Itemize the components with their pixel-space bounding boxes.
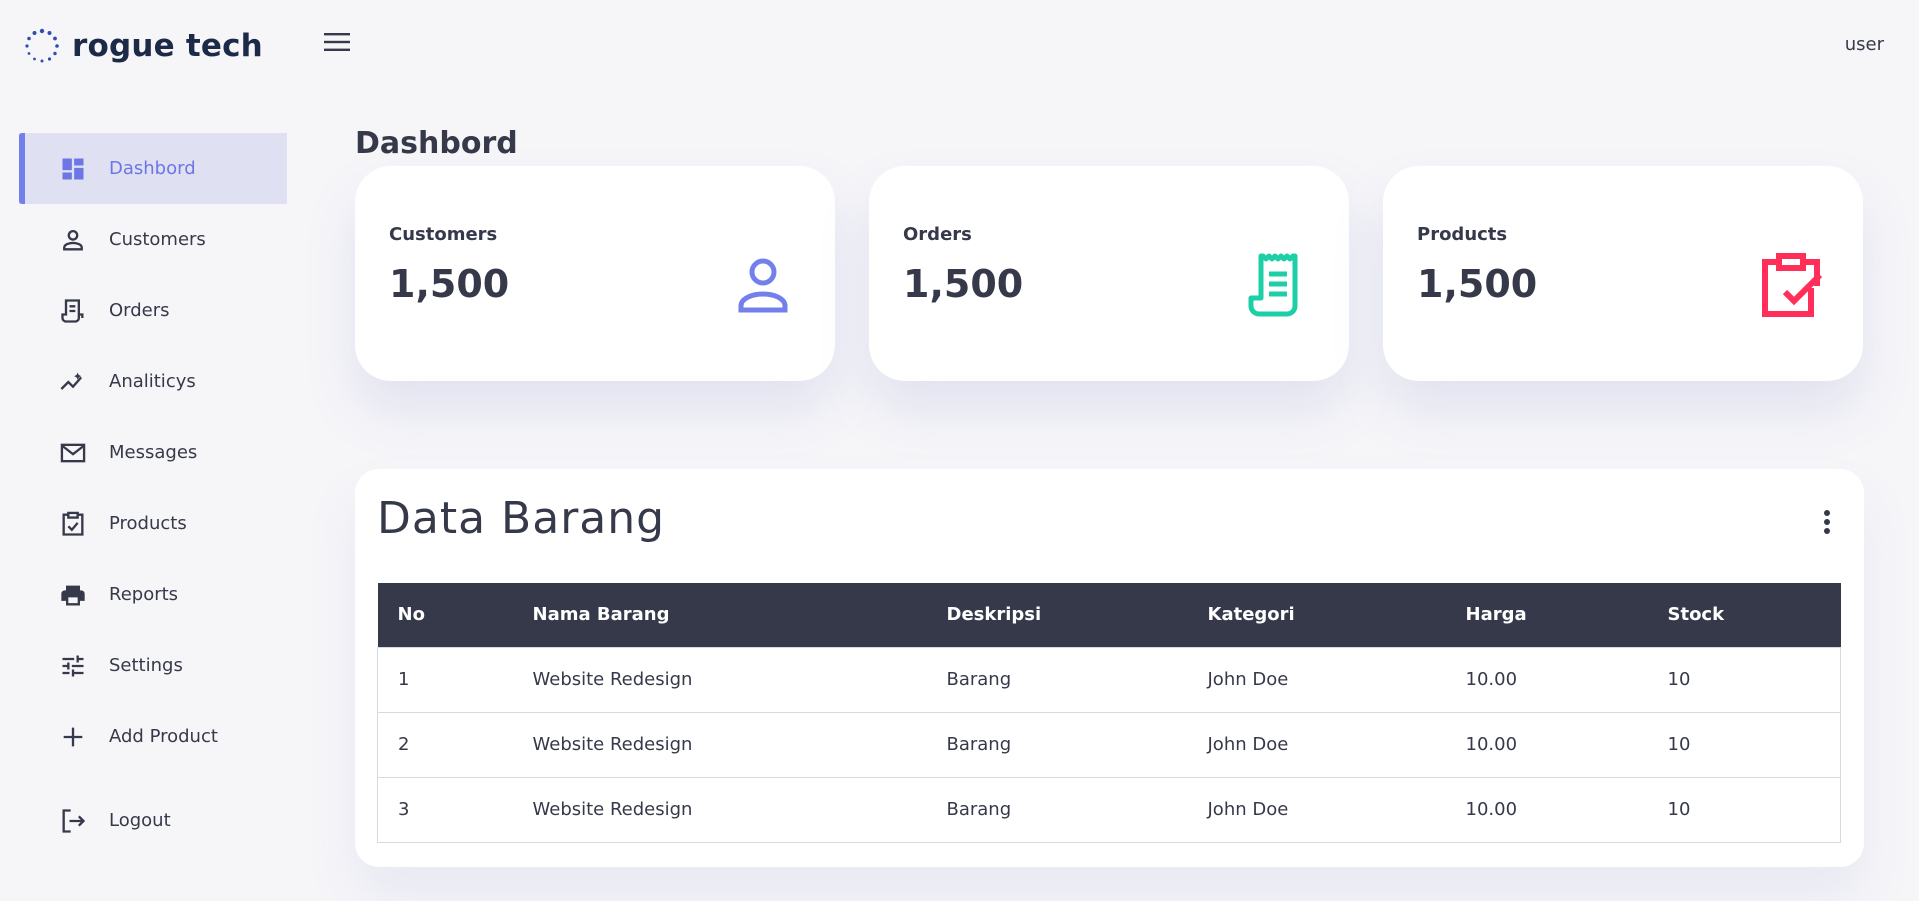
table-header-row: No Nama Barang Deskripsi Kategori Harga … xyxy=(377,583,1841,647)
brand-name: rogue tech xyxy=(72,28,263,64)
table-cell: 10 xyxy=(1667,669,1691,690)
data-barang-panel: Data Barang No Nama Barang Deskripsi Kat… xyxy=(355,469,1864,867)
table-cell: 2 xyxy=(398,734,410,755)
sidebar-item-label: Products xyxy=(109,513,187,534)
sidebar-item-logout[interactable]: Logout xyxy=(19,785,287,856)
page-title: Dashbord xyxy=(355,126,518,161)
sidebar-item-orders[interactable]: Orders xyxy=(19,275,287,346)
column-header[interactable]: No xyxy=(378,583,513,647)
table-row[interactable]: 1 Website Redesign Barang John Doe 10.00… xyxy=(377,647,1841,712)
receipt-icon xyxy=(61,298,84,323)
sidebar-item-customers[interactable]: Customers xyxy=(19,204,287,275)
table-cell: 10.00 xyxy=(1465,669,1518,690)
dashboard-icon xyxy=(62,158,84,179)
table-cell: Website Redesign xyxy=(532,669,693,690)
dotted-circle-icon xyxy=(25,28,59,63)
trending-icon xyxy=(60,372,83,390)
table-cell: Website Redesign xyxy=(532,799,693,820)
printer-icon xyxy=(61,585,85,605)
table-cell: Barang xyxy=(946,799,1012,820)
sidebar-item-label: Dashbord xyxy=(109,158,196,179)
sidebar-item-dashboard[interactable]: Dashbord xyxy=(19,133,287,204)
column-header[interactable]: Harga xyxy=(1446,583,1648,647)
column-header[interactable]: Stock xyxy=(1648,583,1841,647)
products-card[interactable]: Products 1,500 xyxy=(1383,166,1863,381)
table-cell: 10.00 xyxy=(1465,734,1518,755)
sidebar-item-label: Settings xyxy=(109,655,183,676)
card-label: Orders xyxy=(903,224,972,245)
sidebar-item-label: Reports xyxy=(109,584,179,605)
customers-card[interactable]: Customers 1,500 xyxy=(355,166,835,381)
table-cell: 10 xyxy=(1667,734,1691,755)
table-cell: John Doe xyxy=(1207,799,1289,820)
tune-icon xyxy=(62,655,84,676)
table-row[interactable]: 2 Website Redesign Barang John Doe 10.00… xyxy=(377,712,1841,777)
sidebar-item-products[interactable]: Products xyxy=(19,488,287,559)
sidebar-item-messages[interactable]: Messages xyxy=(19,417,287,488)
sidebar: Dashbord Customers Orders Analiticys Mes… xyxy=(19,133,287,856)
user-profile-name[interactable]: user xyxy=(1845,34,1884,55)
person-icon xyxy=(63,229,83,250)
sidebar-item-settings[interactable]: Settings xyxy=(19,630,287,701)
hamburger-icon xyxy=(324,33,350,51)
sidebar-item-label: Customers xyxy=(109,229,206,250)
card-value: 1,500 xyxy=(1417,262,1538,306)
table-cell: Barang xyxy=(946,669,1012,690)
table-cell: 3 xyxy=(398,799,410,820)
card-value: 1,500 xyxy=(389,262,510,306)
table-row[interactable]: 3 Website Redesign Barang John Doe 10.00… xyxy=(377,777,1841,842)
sidebar-item-label: Messages xyxy=(109,442,198,463)
sidebar-item-analytics[interactable]: Analiticys xyxy=(19,346,287,417)
table-cell: John Doe xyxy=(1207,669,1289,690)
panel-title: Data Barang xyxy=(377,493,666,544)
sidebar-item-label: Logout xyxy=(109,810,171,831)
receipt-icon xyxy=(1248,253,1298,317)
clipboard-check-icon xyxy=(62,511,84,536)
sidebar-item-label: Orders xyxy=(109,300,170,321)
clipboard-check-icon xyxy=(1762,253,1823,317)
orders-card[interactable]: Orders 1,500 xyxy=(869,166,1349,381)
column-header[interactable]: Deskripsi xyxy=(927,583,1188,647)
card-value: 1,500 xyxy=(903,262,1024,306)
logout-icon xyxy=(62,808,86,833)
plus-icon xyxy=(63,727,83,746)
table-cell: 10.00 xyxy=(1465,799,1518,820)
mail-icon xyxy=(60,443,86,462)
data-table: No Nama Barang Deskripsi Kategori Harga … xyxy=(377,583,1841,843)
sidebar-item-label: Add Product xyxy=(109,726,218,747)
person-icon xyxy=(738,258,788,313)
column-header[interactable]: Nama Barang xyxy=(513,583,927,647)
sidebar-item-label: Analiticys xyxy=(109,371,196,392)
column-header[interactable]: Kategori xyxy=(1188,583,1446,647)
more-vertical-icon[interactable] xyxy=(1820,507,1834,537)
card-label: Customers xyxy=(389,224,498,245)
brand-logo[interactable]: rogue tech xyxy=(24,28,263,64)
table-cell: 10 xyxy=(1667,799,1691,820)
sidebar-item-add-product[interactable]: Add Product xyxy=(19,701,287,772)
table-cell: John Doe xyxy=(1207,734,1289,755)
table-cell: Barang xyxy=(946,734,1012,755)
menu-toggle-button[interactable] xyxy=(322,28,352,56)
sidebar-item-reports[interactable]: Reports xyxy=(19,559,287,630)
table-cell: Website Redesign xyxy=(532,734,693,755)
card-label: Products xyxy=(1417,224,1508,245)
table-cell: 1 xyxy=(398,669,410,690)
